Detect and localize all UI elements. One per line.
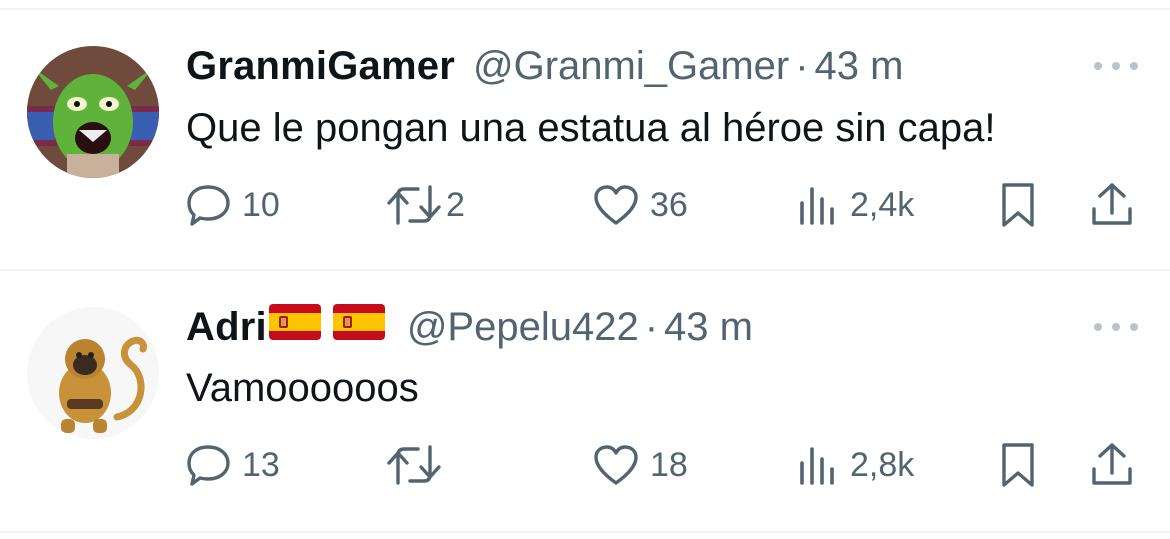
dot-icon <box>1112 323 1120 331</box>
retweet-button[interactable]: 2 <box>386 175 465 235</box>
share-button[interactable] <box>1090 175 1134 235</box>
analytics-icon <box>800 447 834 485</box>
retweet-count: 2 <box>446 185 465 224</box>
reply-button[interactable]: 13 <box>186 435 280 495</box>
timestamp[interactable]: 43 m <box>815 41 904 91</box>
bookmark-icon <box>1002 183 1034 227</box>
share-icon <box>1092 183 1132 225</box>
avatar[interactable] <box>27 307 159 439</box>
retweet-button[interactable] <box>386 435 446 495</box>
view-count: 2,4k <box>850 185 915 224</box>
spain-flag-icon <box>268 302 321 352</box>
timestamp[interactable]: 43 m <box>664 302 753 352</box>
heart-icon <box>594 445 638 485</box>
reply-icon <box>187 185 230 226</box>
bottom-divider <box>0 531 1170 533</box>
like-button[interactable]: 36 <box>592 175 688 235</box>
user-handle[interactable]: @Pepelu422 <box>407 302 639 352</box>
tweet-text: Que le pongan una estatua al héroe sin c… <box>186 106 996 150</box>
views-button[interactable]: 2,8k <box>796 435 914 495</box>
tweet-actions: 10 2 36 2,4k <box>0 175 1170 235</box>
bookmark-button[interactable] <box>998 175 1038 235</box>
separator-dot: · <box>795 44 809 88</box>
share-icon <box>1092 443 1132 485</box>
bookmark-icon <box>1002 443 1034 487</box>
tweet[interactable]: Adri @Pepelu422 · 43 m Vamoooooos 13 18 … <box>0 271 1170 533</box>
more-options-button[interactable] <box>1094 317 1138 337</box>
dot-icon <box>1130 323 1138 331</box>
display-name[interactable]: Adri <box>186 302 267 352</box>
like-button[interactable]: 18 <box>592 435 688 495</box>
dot-icon <box>1130 62 1138 70</box>
heart-icon <box>594 185 638 225</box>
like-count: 36 <box>650 185 688 224</box>
spain-flag-icon <box>332 302 385 352</box>
tweet-text: Vamoooooos <box>186 366 419 410</box>
like-count: 18 <box>650 445 688 484</box>
tweet-header: GranmiGamer @Granmi_Gamer · 43 m <box>186 41 903 91</box>
dot-icon <box>1094 62 1102 70</box>
share-button[interactable] <box>1090 435 1134 495</box>
avatar[interactable] <box>27 46 159 178</box>
reply-button[interactable]: 10 <box>186 175 280 235</box>
tweet-header: Adri @Pepelu422 · 43 m <box>186 302 753 352</box>
user-handle[interactable]: @Granmi_Gamer <box>473 41 789 91</box>
separator-dot: · <box>644 305 659 349</box>
green-goblin-avatar-icon <box>27 46 159 178</box>
analytics-icon <box>800 187 834 225</box>
retweet-icon <box>387 185 441 225</box>
tweet-actions: 13 18 2,8k <box>0 435 1170 495</box>
view-count: 2,8k <box>850 445 915 484</box>
monkey-avatar-icon <box>27 307 159 439</box>
display-name[interactable]: GranmiGamer <box>186 41 455 91</box>
reply-icon <box>187 445 230 486</box>
reply-count: 13 <box>242 445 280 484</box>
more-options-button[interactable] <box>1094 56 1138 76</box>
dot-icon <box>1112 62 1120 70</box>
views-button[interactable]: 2,4k <box>796 175 914 235</box>
tweet[interactable]: GranmiGamer @Granmi_Gamer · 43 m Que le … <box>0 0 1170 270</box>
bookmark-button[interactable] <box>998 435 1038 495</box>
retweet-icon <box>387 445 441 485</box>
dot-icon <box>1094 323 1102 331</box>
reply-count: 10 <box>242 185 280 224</box>
